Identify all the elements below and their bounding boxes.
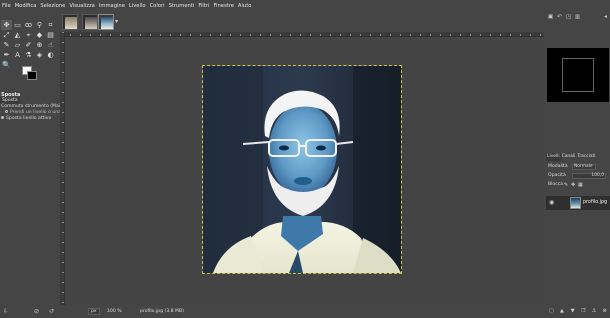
- move-active-layer-option[interactable]: Sposta livello attivo: [0, 116, 58, 122]
- tabs-dropdown-icon[interactable]: ▾: [115, 18, 118, 25]
- inverted-portrait-image[interactable]: [202, 65, 402, 274]
- portrait-svg: [203, 66, 401, 273]
- lock-pixels-icon[interactable]: ✎: [564, 181, 568, 189]
- radio-icon: [5, 110, 8, 113]
- lasso-icon[interactable]: ꝏ: [23, 20, 34, 30]
- horizontal-ruler: [60, 32, 544, 37]
- tab-layers[interactable]: Livelli: [546, 153, 561, 161]
- mode-label: Modalità: [548, 164, 568, 169]
- layer-item[interactable]: ◉ profilo.jpg: [546, 196, 610, 210]
- menu-colori[interactable]: Colori: [150, 3, 165, 9]
- image-tab-1[interactable]: [62, 14, 78, 30]
- duplicate-layer-icon[interactable]: ❐: [580, 308, 586, 314]
- bucket-icon[interactable]: ◆: [34, 30, 45, 40]
- layers-dock-tabs: Livelli Canali Tracciati: [546, 153, 610, 161]
- menu-finestre[interactable]: Finestre: [213, 3, 233, 9]
- dock-menu-icon[interactable]: ◂: [602, 14, 609, 21]
- toolbox-footer: ⇩ ⊘ ↺: [0, 305, 58, 318]
- layer-name[interactable]: profilo.jpg: [583, 196, 607, 210]
- delete-options-icon[interactable]: ⊘: [33, 308, 40, 315]
- move-tool-icon[interactable]: ✥: [1, 20, 12, 30]
- layer-thumbnail: [570, 197, 581, 209]
- menu-filtri[interactable]: Filtri: [198, 3, 209, 9]
- path-icon[interactable]: ✒: [1, 50, 12, 60]
- opacity-field[interactable]: 100,0: [572, 173, 606, 179]
- right-dock: ▣ ↶ ◳ ▥ ◂ Livelli Canali Tracciati Modal…: [546, 12, 610, 318]
- mode-select[interactable]: Normale: [572, 164, 596, 170]
- fg-bg-colors[interactable]: [22, 66, 40, 80]
- menu-strumenti[interactable]: Strumenti: [169, 3, 195, 9]
- tool-options: Sposta Sposta Commuta strumento (Maiusc)…: [0, 92, 70, 122]
- image-thumbnail: [65, 17, 77, 29]
- tab-paths[interactable]: Tracciati: [576, 153, 596, 161]
- dock-icon-row: ▣ ↶ ◳ ▥ ◂: [547, 14, 609, 22]
- visibility-eye-icon[interactable]: ◉: [549, 199, 554, 206]
- zoom-icon[interactable]: 🔍: [1, 60, 12, 70]
- reset-options-icon[interactable]: ↺: [48, 308, 55, 315]
- measure-icon[interactable]: ◈: [34, 50, 45, 60]
- menu-selezione[interactable]: Selezione: [40, 3, 65, 9]
- menu-aiuto[interactable]: Aiuto: [238, 3, 252, 9]
- pick-layer-label: Prendi un livello o una: [10, 110, 61, 115]
- toolbox: ✥ ▭ ꝏ ⚲ ⌗ ⤢ ◭ ⌖ ◆ ▤ ✎ ▱ ✐ ⊕ ☝ ✒ A ⚗ ◈ ◐ 🔍 Sposta Sposta Comm…: [0, 12, 70, 305]
- delete-layer-icon[interactable]: ⊗: [602, 308, 608, 314]
- new-layer-icon[interactable]: ▢: [548, 308, 554, 314]
- unit-select[interactable]: px: [88, 308, 100, 315]
- mode-row: Modalità Normale: [546, 163, 610, 171]
- image-tab-3[interactable]: [98, 14, 114, 30]
- paintbrush-icon[interactable]: ✎: [1, 40, 12, 50]
- eraser-icon[interactable]: ▱: [12, 40, 23, 50]
- image-thumbnail: [85, 17, 97, 29]
- vertical-ruler: [60, 32, 65, 305]
- rect-select-icon[interactable]: ▭: [12, 20, 23, 30]
- menu-livello[interactable]: Livello: [129, 3, 146, 9]
- crop-icon[interactable]: ⌗: [45, 20, 56, 30]
- raise-layer-icon[interactable]: ▲: [559, 308, 565, 314]
- radio-selected-icon: [1, 116, 4, 119]
- image-thumbnail: [101, 17, 113, 29]
- cage-icon[interactable]: ⌖: [23, 30, 34, 40]
- menu-bar: File Modifica Selezione Visualizza Immagine L…: [0, 0, 610, 12]
- menu-immagine[interactable]: Immagine: [99, 3, 125, 9]
- background-color[interactable]: [27, 71, 37, 80]
- transform-icon[interactable]: ⤢: [1, 30, 12, 40]
- save-options-icon[interactable]: ⇩: [2, 308, 9, 315]
- anchor-layer-icon[interactable]: ⚓: [591, 308, 597, 314]
- lower-layer-icon[interactable]: ▼: [570, 308, 576, 314]
- lock-label: Blocca: [548, 182, 564, 187]
- tool-grid: ✥ ▭ ꝏ ⚲ ⌗ ⤢ ◭ ⌖ ◆ ▤ ✎ ▱ ✐ ⊕ ☝ ✒ A ⚗ ◈ ◐ 🔍: [1, 20, 57, 70]
- dodge-icon[interactable]: ◐: [45, 50, 56, 60]
- opacity-label: Opacità: [548, 173, 566, 178]
- fuzzy-select-icon[interactable]: ⚲: [34, 20, 45, 30]
- status-filename: profilo.jpg (3,8 MB): [140, 309, 184, 314]
- lock-row: Blocca ✎ ✥ ▦: [546, 181, 610, 189]
- move-active-layer-label: Sposta livello attivo: [6, 116, 52, 121]
- gradient-icon[interactable]: ▤: [45, 30, 56, 40]
- menu-file[interactable]: File: [2, 3, 11, 9]
- navigation-icon[interactable]: ▣: [547, 14, 554, 21]
- navigator-viewport[interactable]: [562, 58, 594, 92]
- lock-alpha-icon[interactable]: ▦: [578, 181, 583, 189]
- image-tabs: ▾: [58, 12, 548, 32]
- text-icon[interactable]: A: [12, 50, 23, 60]
- menu-modifica[interactable]: Modifica: [15, 3, 37, 9]
- layers-footer: ▢ ▲ ▼ ❐ ⚓ ⊗: [546, 306, 610, 316]
- opacity-row: Opacità 100,0: [546, 172, 610, 180]
- menu-visualizza[interactable]: Visualizza: [69, 3, 95, 9]
- undo-history-icon[interactable]: ↶: [556, 14, 563, 21]
- airbrush-icon[interactable]: ✐: [23, 40, 34, 50]
- color-picker-icon[interactable]: ⚗: [23, 50, 34, 60]
- tab-channels[interactable]: Canali: [561, 153, 577, 161]
- clone-icon[interactable]: ⊕: [34, 40, 45, 50]
- image-tab-2[interactable]: [82, 14, 98, 30]
- navigator-preview[interactable]: [547, 48, 609, 102]
- warp-icon[interactable]: ◭: [12, 30, 23, 40]
- smudge-icon[interactable]: ☝: [45, 40, 56, 50]
- histogram-icon[interactable]: ▥: [574, 14, 581, 21]
- pointer-info-icon[interactable]: ◳: [565, 14, 572, 21]
- status-bar: px 100 % profilo.jpg (3,8 MB): [60, 305, 544, 318]
- zoom-select[interactable]: 100 %: [107, 308, 122, 315]
- lock-position-icon[interactable]: ✥: [571, 181, 575, 189]
